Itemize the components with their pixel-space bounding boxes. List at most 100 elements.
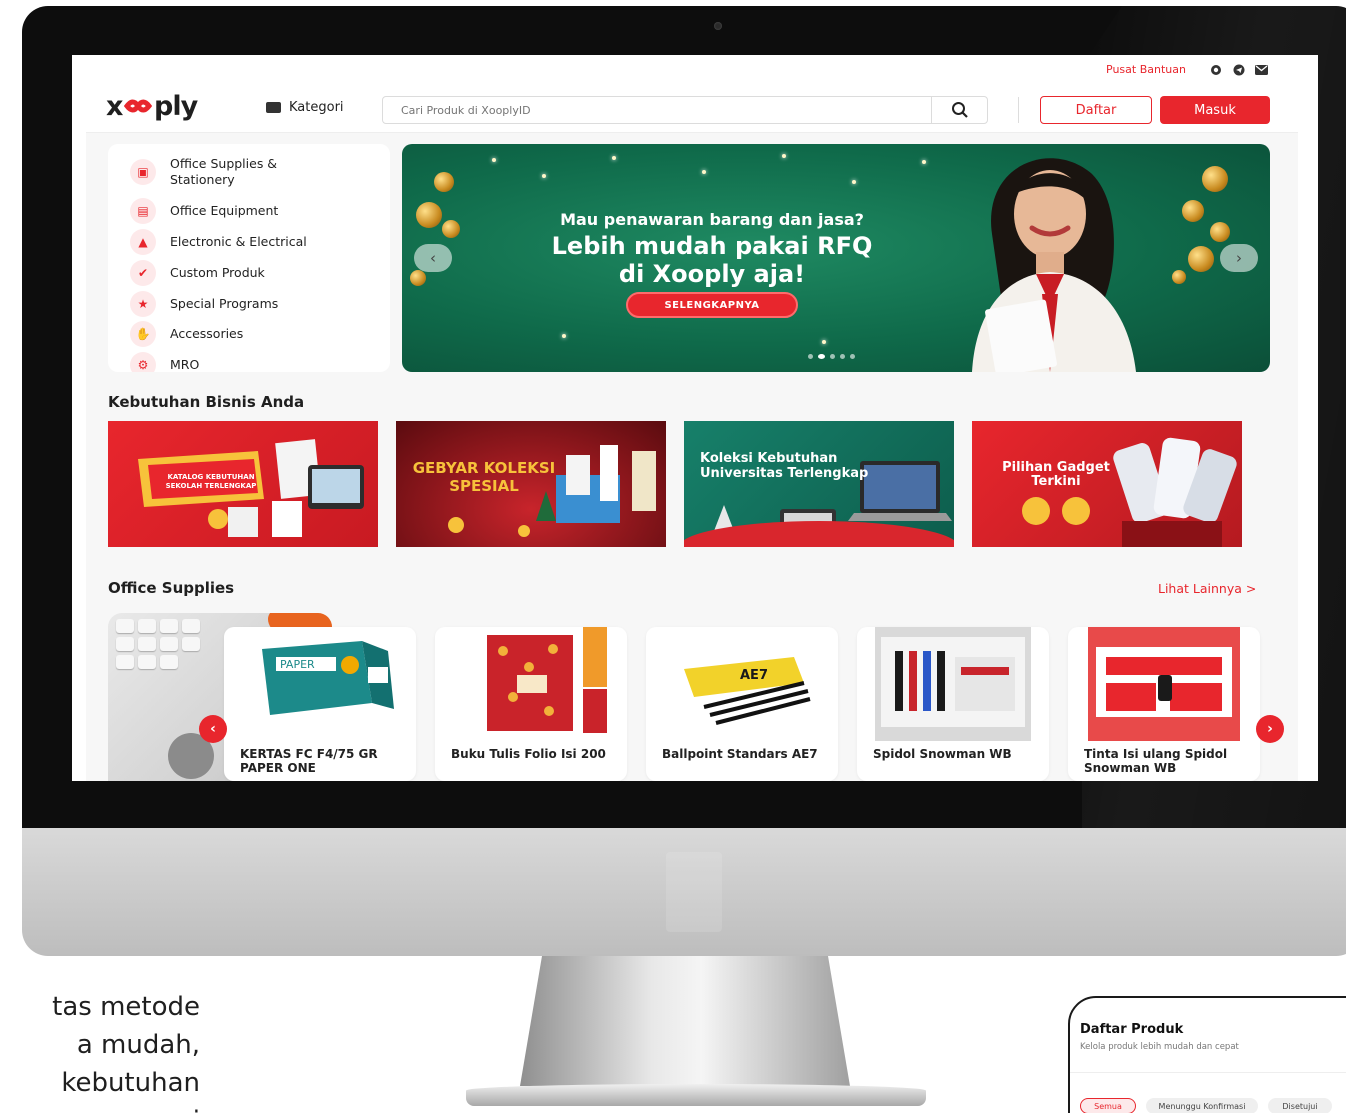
topbar: Pusat Bantuan: [86, 55, 1298, 85]
ornament: [442, 220, 460, 238]
pagination-dot[interactable]: [840, 354, 845, 359]
filter-chip-approved[interactable]: Disetujui: [1268, 1098, 1332, 1113]
product-image: [487, 627, 607, 733]
product-name: Spidol Snowman WB: [873, 747, 1012, 761]
stage: Pusat Bantuan x ply Kategori Cari Produk…: [0, 0, 1346, 1113]
business-card-university[interactable]: Koleksi Kebutuhan Universitas Terlengkap: [684, 421, 954, 547]
filter-chip-pending[interactable]: Menunggu Konfirmasi: [1146, 1098, 1258, 1113]
business-card-school[interactable]: KATALOG KEBUTUHAN SEKOLAH TERLENGKAP: [108, 421, 378, 547]
camera-icon: [714, 22, 722, 30]
stationery-icon: ▣: [130, 159, 156, 185]
business-card-art: [684, 461, 954, 547]
webpage: Pusat Bantuan x ply Kategori Cari Produk…: [86, 55, 1298, 781]
phone-page-subtitle: Kelola produk lebih mudah dan cepat: [1080, 1042, 1239, 1052]
help-link[interactable]: Pusat Bantuan: [1106, 63, 1186, 76]
keyboard-key: [182, 619, 200, 633]
header-divider: [1018, 97, 1019, 123]
category-item-electronic[interactable]: ▲ Electronic & Electrical: [130, 229, 320, 255]
pagination-dot[interactable]: [808, 354, 813, 359]
daftar-button[interactable]: Daftar: [1040, 96, 1152, 124]
product-image: PAPER: [262, 641, 394, 715]
product-card[interactable]: AE7 Ballpoint Standars AE7: [646, 627, 838, 781]
category-item-mro[interactable]: ⚙ MRO: [130, 352, 320, 372]
keyboard-key: [138, 655, 156, 669]
promo-banner[interactable]: Mau penawaran barang dan jasa? Lebih mud…: [402, 144, 1270, 372]
printer-icon: ▤: [130, 198, 156, 224]
banner-next-button[interactable]: ›: [1220, 244, 1258, 272]
business-card-gebyar[interactable]: GEBYAR KOLEKSI SPESIAL: [396, 421, 666, 547]
category-icon: [266, 102, 281, 113]
category-label: Accessories: [170, 326, 244, 341]
category-label: Office Supplies & Stationery: [170, 156, 278, 187]
category-item-office-equipment[interactable]: ▤ Office Equipment: [130, 198, 320, 224]
pagination-dot-active[interactable]: [818, 354, 825, 359]
sparkle: [822, 340, 826, 344]
category-panel: ▣ Office Supplies & Stationery ▤ Office …: [108, 144, 390, 372]
product-card[interactable]: Tinta Isi ulang Spidol Snowman WB: [1068, 627, 1260, 781]
telegram-icon[interactable]: [1232, 64, 1245, 75]
gear-icon: ⚙: [130, 352, 156, 372]
whatsapp-icon[interactable]: [1209, 64, 1222, 75]
header: x ply Kategori Daftar Masuk: [86, 85, 1298, 133]
category-label: MRO: [170, 357, 200, 372]
see-more-link[interactable]: Lihat Lainnya >: [1158, 581, 1256, 596]
business-card-gadget[interactable]: Pilihan Gadget Terkini: [972, 421, 1242, 547]
category-item-special-programs[interactable]: ★ Special Programs: [130, 291, 320, 317]
side-text-line: kebutuhan: [61, 1068, 200, 1098]
keyboard-key: [182, 637, 200, 651]
warning-icon: ▲: [130, 229, 156, 255]
products-prev-button[interactable]: ‹: [199, 715, 227, 743]
phone-mockup: Daftar Produk Kelola produk lebih mudah …: [1068, 996, 1346, 1113]
pagination-dot[interactable]: [850, 354, 855, 359]
category-item-office-supplies[interactable]: ▣ Office Supplies & Stationery: [130, 156, 320, 188]
category-label: Special Programs: [170, 296, 279, 311]
filter-chip-all[interactable]: Semua: [1080, 1098, 1136, 1113]
banner-title-line1: Lebih mudah pakai RFQ: [551, 232, 873, 260]
business-card-text: GEBYAR KOLEKSI SPESIAL: [412, 459, 556, 495]
banner-cta-button[interactable]: SELENGKAPNYA: [626, 292, 798, 318]
pagination-dot[interactable]: [830, 354, 835, 359]
xooply-logo[interactable]: x ply: [106, 91, 232, 130]
keyboard-key: [160, 655, 178, 669]
product-card[interactable]: PAPER KERTAS FC F4/75 GR PAPER ONE: [224, 627, 416, 781]
svg-text:ply: ply: [154, 91, 199, 122]
product-image: [1088, 627, 1240, 741]
side-text-line: i: [0, 1102, 200, 1113]
category-item-accessories[interactable]: ✋ Accessories: [130, 321, 320, 347]
category-label: Custom Produk: [170, 265, 265, 280]
ornament: [1188, 246, 1214, 272]
banner-title: Lebih mudah pakai RFQ di Xooply aja!: [462, 232, 962, 288]
mail-icon[interactable]: [1255, 64, 1268, 75]
banner-title-line2: di Xooply aja!: [618, 260, 806, 288]
product-image: AE7: [684, 657, 811, 725]
kategori-button[interactable]: Kategori: [266, 100, 344, 115]
category-item-custom-produk[interactable]: ✔ Custom Produk: [130, 260, 320, 286]
keyboard-key: [138, 619, 156, 633]
sparkle: [612, 156, 616, 160]
sparkle: [562, 334, 566, 338]
svg-text:PAPER: PAPER: [280, 658, 315, 671]
product-name: Buku Tulis Folio Isi 200: [451, 747, 606, 761]
sparkle: [702, 170, 706, 174]
side-text-line: tas metode: [52, 992, 200, 1022]
star-icon: ★: [130, 291, 156, 317]
custom-icon: ✔: [130, 260, 156, 286]
ornament: [410, 270, 426, 286]
sparkle: [922, 160, 926, 164]
product-card[interactable]: Spidol Snowman WB: [857, 627, 1049, 781]
products-next-button[interactable]: ›: [1256, 715, 1284, 743]
ornament: [1182, 200, 1204, 222]
product-name: Ballpoint Standars AE7: [662, 747, 818, 761]
search-button[interactable]: [931, 97, 987, 123]
business-section-title: Kebutuhan Bisnis Anda: [108, 393, 305, 411]
keyboard-key: [160, 619, 178, 633]
screen: Pusat Bantuan x ply Kategori Cari Produk…: [72, 55, 1318, 781]
keyboard-key: [116, 619, 134, 633]
hand-icon: ✋: [130, 321, 156, 347]
masuk-button[interactable]: Masuk: [1160, 96, 1270, 124]
banner-pagination: [808, 354, 855, 359]
business-card-text: Pilihan Gadget Terkini: [1002, 460, 1110, 489]
banner-prev-button[interactable]: ‹: [414, 244, 452, 272]
search-input[interactable]: [383, 97, 933, 123]
product-card[interactable]: Buku Tulis Folio Isi 200: [435, 627, 627, 781]
